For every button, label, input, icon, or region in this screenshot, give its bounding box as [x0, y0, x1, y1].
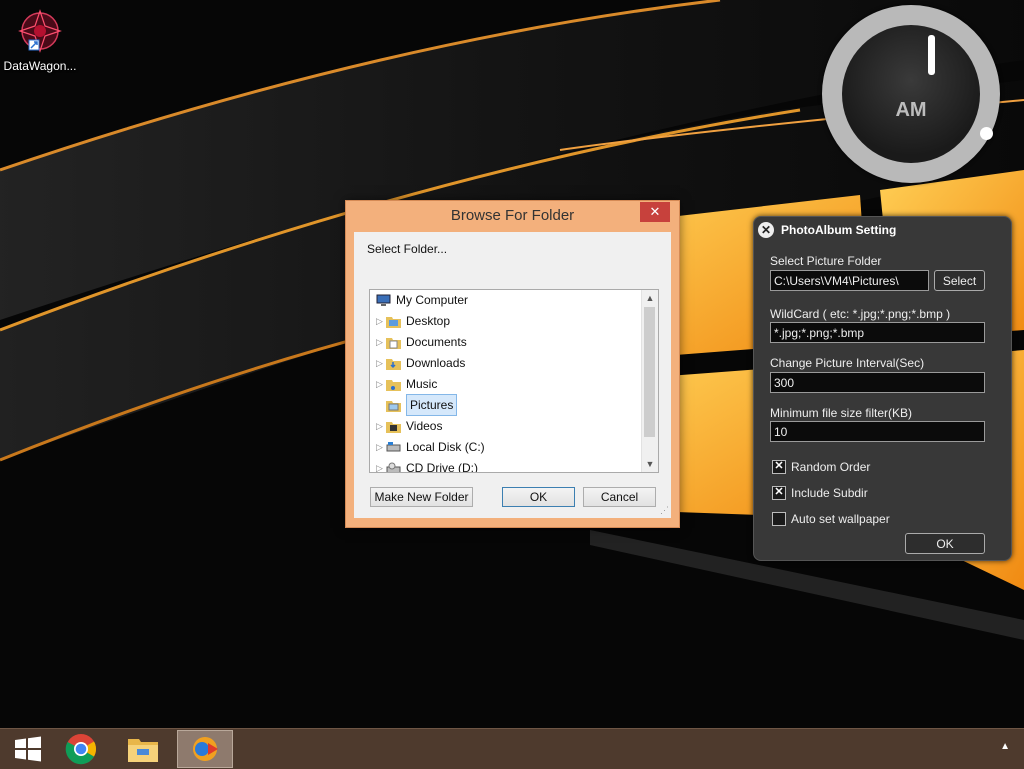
tree-item-desktop[interactable]: ▷ Desktop: [376, 311, 450, 331]
tree-item-label: Downloads: [406, 356, 466, 370]
clock-hand: [928, 35, 935, 75]
expand-arrow-icon[interactable]: ▷: [376, 353, 386, 373]
auto-wallpaper-checkbox[interactable]: [772, 512, 786, 526]
auto-wallpaper-label[interactable]: Auto set wallpaper: [791, 512, 890, 526]
expand-arrow-icon[interactable]: ▷: [376, 458, 386, 472]
min-size-input[interactable]: 10: [770, 421, 985, 442]
photoalbum-app-icon: [193, 737, 218, 761]
tree-item-cd-drive[interactable]: ▷ CD Drive (D:): [376, 458, 478, 473]
folder-icon: [386, 379, 401, 391]
panel-title: PhotoAlbum Setting: [781, 223, 897, 237]
tree-scrollbar[interactable]: ▲ ▼: [641, 290, 658, 472]
scroll-thumb[interactable]: [644, 307, 655, 437]
tree-item-label: Desktop: [406, 314, 451, 328]
dialog-client-area: Select Folder... My Computer ▷ Desktop ▷…: [354, 232, 671, 518]
folder-path-input[interactable]: C:\Users\VM4\Pictures\: [770, 270, 929, 291]
clock-face: AM: [842, 25, 993, 163]
include-subdir-checkbox[interactable]: ✕: [772, 486, 786, 500]
folder-icon: [386, 337, 401, 349]
tree-item-label: My Computer: [396, 293, 469, 307]
taskbar-photoalbum[interactable]: [177, 730, 233, 768]
ok-button[interactable]: OK: [502, 487, 575, 507]
dialog-prompt: Select Folder...: [367, 242, 448, 256]
min-size-label: Minimum file size filter(KB): [770, 406, 913, 420]
tree-item-label: CD Drive (D:): [406, 461, 478, 473]
computer-icon: [376, 294, 391, 306]
start-button[interactable]: [0, 730, 56, 768]
make-new-folder-button[interactable]: Make New Folder: [370, 487, 473, 507]
wildcard-input[interactable]: *.jpg;*.png;*.bmp: [770, 322, 985, 343]
taskbar-file-explorer[interactable]: [115, 730, 171, 768]
browse-for-folder-dialog: Browse For Folder ✕ Select Folder... My …: [345, 200, 680, 528]
tree-item-pictures[interactable]: Pictures: [386, 394, 458, 416]
tree-item-label: Music: [406, 377, 438, 391]
clock-ampm-label: AM: [895, 99, 927, 121]
tree-item-music[interactable]: ▷ Music: [376, 374, 437, 394]
cd-drive-icon: [386, 462, 401, 472]
taskbar-chrome[interactable]: [53, 730, 109, 768]
folder-label: Select Picture Folder: [770, 254, 882, 268]
desktop-icon-label: DataWagon...: [3, 59, 77, 73]
photoalbum-setting-panel: ✕ PhotoAlbum Setting Select Picture Fold…: [753, 216, 1012, 561]
random-order-checkbox[interactable]: ✕: [772, 460, 786, 474]
close-icon[interactable]: ✕: [758, 222, 774, 238]
expand-arrow-icon[interactable]: ▷: [376, 416, 386, 436]
tree-item-label: Local Disk (C:): [406, 440, 485, 454]
expand-arrow-icon[interactable]: ▷: [376, 332, 386, 352]
tree-item-label: Videos: [406, 419, 443, 433]
tree-item-label: Documents: [406, 335, 467, 349]
clock-gadget[interactable]: AM: [822, 5, 1000, 183]
taskbar: ▲: [0, 728, 1024, 769]
folder-icon: [386, 316, 401, 328]
expand-arrow-icon[interactable]: ▷: [376, 374, 386, 394]
tree-item-downloads[interactable]: ▷ Downloads: [376, 353, 465, 373]
dialog-close-button[interactable]: ✕: [640, 202, 670, 222]
include-subdir-label[interactable]: Include Subdir: [791, 486, 868, 500]
datawagon-app-icon: [18, 9, 62, 53]
wildcard-label: WildCard ( etc: *.jpg;*.png;*.bmp ): [770, 307, 951, 321]
file-explorer-icon: [128, 739, 158, 762]
chrome-icon: [65, 734, 97, 765]
expand-arrow-icon[interactable]: ▷: [376, 311, 386, 331]
folder-icon: [386, 421, 401, 433]
select-folder-button[interactable]: Select: [934, 270, 985, 291]
interval-input[interactable]: 300: [770, 372, 985, 393]
panel-ok-button[interactable]: OK: [905, 533, 985, 554]
clock-dot: [980, 127, 993, 140]
scroll-up-icon[interactable]: ▲: [642, 290, 658, 306]
scroll-down-icon[interactable]: ▼: [642, 456, 658, 472]
random-order-label[interactable]: Random Order: [791, 460, 870, 474]
expand-arrow-icon[interactable]: ▷: [376, 437, 386, 457]
folder-tree[interactable]: My Computer ▷ Desktop ▷ Documents ▷ Down…: [369, 289, 659, 473]
tree-item-label-selected: Pictures: [406, 394, 458, 416]
interval-label: Change Picture Interval(Sec): [770, 356, 925, 370]
drive-icon: [386, 441, 401, 451]
tree-item-my-computer[interactable]: My Computer: [376, 290, 468, 310]
folder-icon: [386, 400, 401, 412]
tray-overflow-icon[interactable]: ▲: [1000, 741, 1010, 752]
tree-item-documents[interactable]: ▷ Documents: [376, 332, 467, 352]
desktop-icon-datawagon[interactable]: DataWagon...: [2, 8, 78, 73]
resize-grip-icon[interactable]: ⋰: [660, 505, 669, 516]
tree-item-local-disk[interactable]: ▷ Local Disk (C:): [376, 437, 485, 457]
dialog-title[interactable]: Browse For Folder: [346, 201, 679, 231]
cancel-button[interactable]: Cancel: [583, 487, 656, 507]
folder-icon: [386, 358, 401, 370]
start-icon: [15, 736, 41, 762]
tree-item-videos[interactable]: ▷ Videos: [376, 416, 442, 436]
